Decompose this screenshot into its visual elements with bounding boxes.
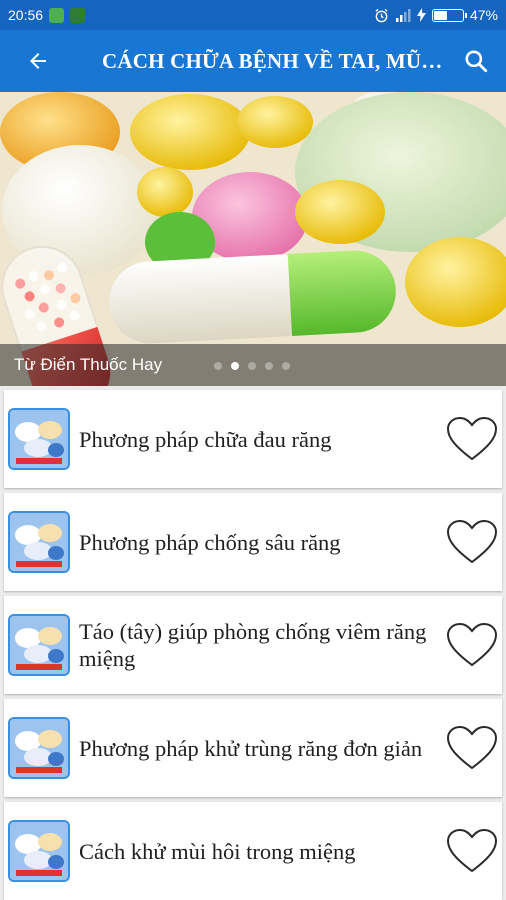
notification-icon-2 <box>70 7 86 23</box>
favorite-button[interactable] <box>442 409 502 469</box>
app-bar: CÁCH CHỮA BỆNH VỀ TAI, MŨI, HỌNG, RĂNG M… <box>0 30 506 92</box>
banner-carousel[interactable]: Từ Điển Thuốc Hay <box>0 92 506 386</box>
article-thumbnail <box>8 511 70 573</box>
alarm-icon <box>375 8 388 22</box>
carousel-dot[interactable] <box>214 362 222 370</box>
favorite-button[interactable] <box>442 512 502 572</box>
arrow-left-icon <box>30 53 46 69</box>
list-item-title: Cách khử mùi hôi trong miệng <box>79 838 356 864</box>
list-item[interactable]: Phương pháp chống sâu răng <box>4 493 502 591</box>
list-item-title: Phương pháp chống sâu răng <box>79 529 341 555</box>
article-thumbnail <box>8 820 70 882</box>
favorite-button[interactable] <box>442 821 502 881</box>
status-right: 47% <box>374 7 498 23</box>
status-left: 20:56 <box>8 7 86 23</box>
list-item[interactable]: Phương pháp khử trùng răng đơn giản <box>4 699 502 797</box>
list-item[interactable]: Táo (tây) giúp phòng chống viêm răng miệ… <box>4 596 502 694</box>
heart-icon <box>446 828 498 873</box>
carousel-dot[interactable] <box>282 362 290 370</box>
banner-caption-text: Từ Điển Thuốc Hay <box>14 355 163 374</box>
banner-image <box>0 92 506 386</box>
carousel-dot-active[interactable] <box>231 362 239 370</box>
status-time: 20:56 <box>8 7 44 23</box>
search-button[interactable] <box>446 30 506 92</box>
notification-icon <box>49 7 65 23</box>
list-item-title: Táo (tây) giúp phòng chống viêm răng miệ… <box>79 619 427 671</box>
page-title: CÁCH CHỮA BỆNH VỀ TAI, MŨI, HỌNG, RĂNG M… <box>102 48 446 73</box>
back-button[interactable] <box>0 30 76 92</box>
battery-level <box>433 10 448 20</box>
carousel-indicator <box>214 362 290 370</box>
heart-icon <box>446 725 498 770</box>
search-icon <box>465 50 488 73</box>
favorite-button[interactable] <box>442 615 502 675</box>
article-thumbnail <box>8 408 70 470</box>
favorite-button[interactable] <box>442 718 502 778</box>
list-item-title: Phương pháp khử trùng răng đơn giản <box>79 735 423 761</box>
heart-icon <box>446 519 498 564</box>
charging-icon <box>416 8 426 22</box>
battery-icon <box>431 8 467 22</box>
status-bar: 20:56 47% <box>0 0 506 30</box>
heart-icon <box>446 416 498 461</box>
heart-icon <box>446 622 498 667</box>
article-thumbnail <box>8 614 70 676</box>
banner-caption: Từ Điển Thuốc Hay <box>0 344 506 386</box>
list-item[interactable]: Phương pháp chữa đau răng <box>4 390 502 488</box>
list-item[interactable]: Cách khử mùi hôi trong miệng <box>4 802 502 900</box>
article-thumbnail <box>8 717 70 779</box>
signal-icon <box>395 9 411 22</box>
carousel-dot[interactable] <box>248 362 256 370</box>
carousel-dot[interactable] <box>265 362 273 370</box>
list-item-title: Phương pháp chữa đau răng <box>79 426 332 452</box>
battery-percent: 47% <box>469 7 498 23</box>
